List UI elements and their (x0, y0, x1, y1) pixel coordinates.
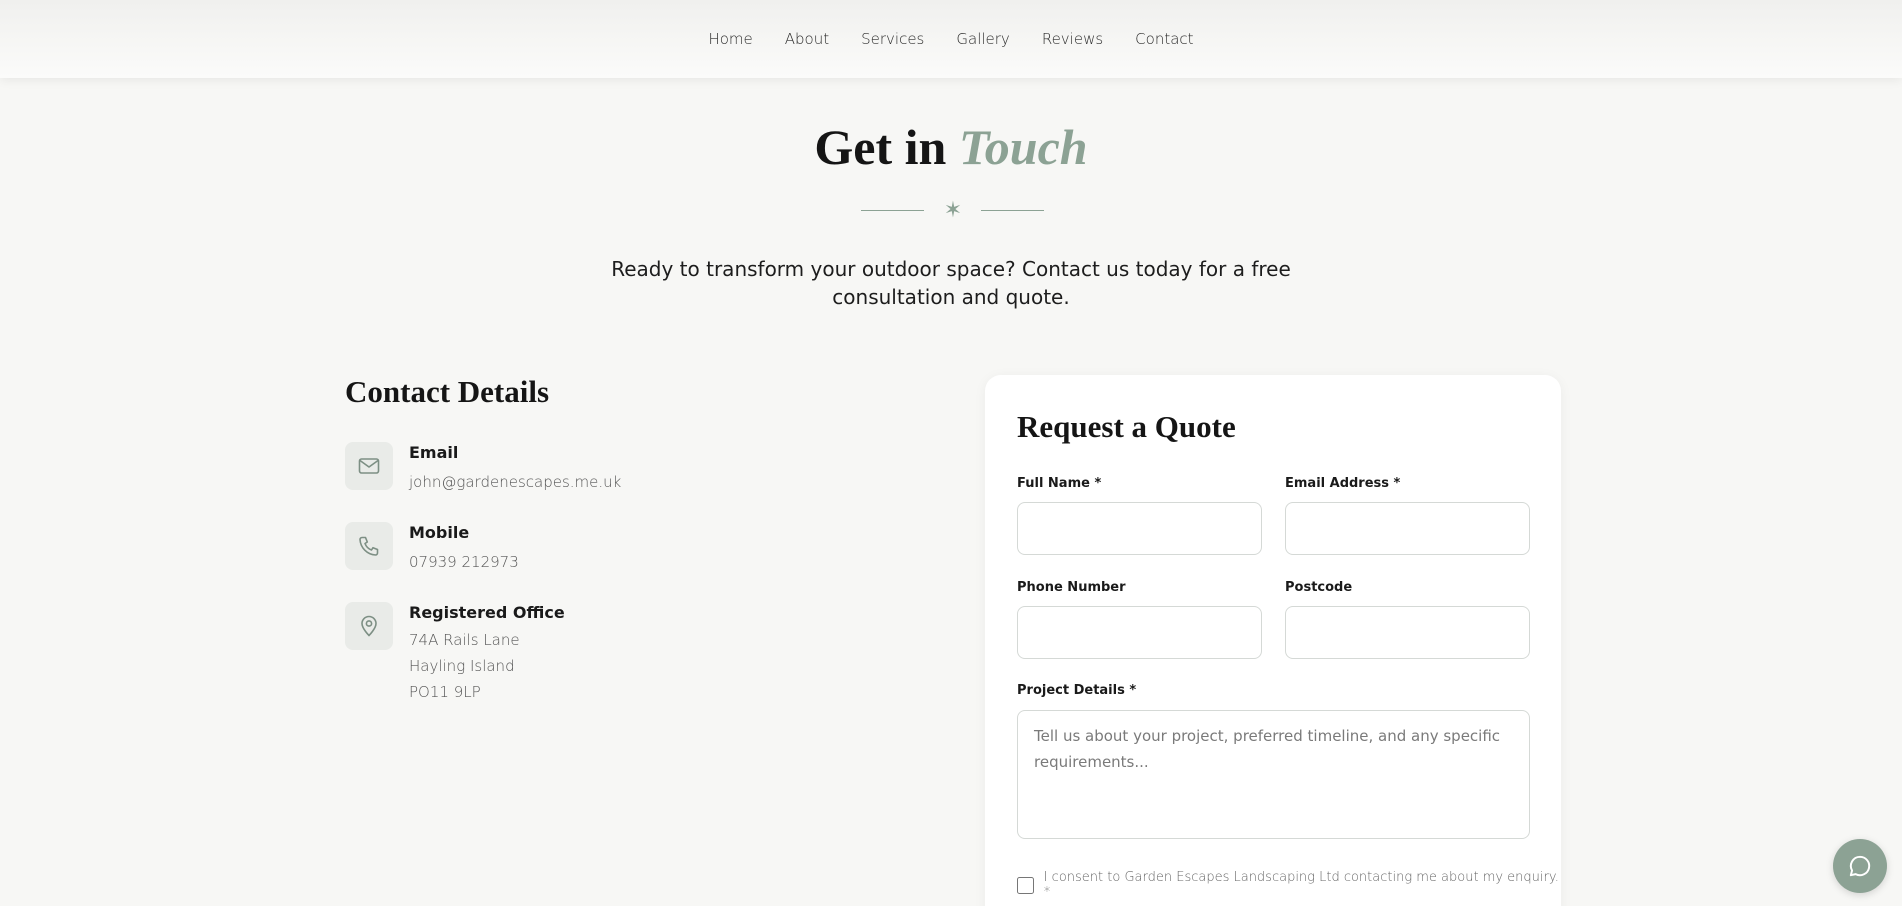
mail-icon (345, 442, 393, 490)
email-address-input[interactable] (1285, 502, 1530, 555)
title-divider: ✶ (861, 196, 1044, 226)
full-name-input[interactable] (1017, 502, 1262, 555)
email-link[interactable]: john@gardenescapes.me.uk (409, 469, 809, 495)
email-text: Email john@gardenescapes.me.uk (409, 442, 809, 495)
postcode-label: Postcode (1285, 580, 1353, 595)
page-title: Get in Touch (0, 118, 1902, 176)
star-icon: ✶ (943, 197, 963, 222)
chat-button[interactable] (1833, 839, 1887, 893)
project-details-label: Project Details * (1017, 683, 1137, 698)
office-line-1: 74A Rails Lane (409, 631, 520, 649)
nav-about-link[interactable]: About (785, 30, 829, 48)
mobile-text: Mobile 07939 212973 (409, 522, 809, 575)
postcode-input[interactable] (1285, 606, 1530, 659)
consent-checkbox[interactable] (1017, 876, 1034, 894)
title-accent: Touch (958, 119, 1088, 175)
phone-icon (345, 522, 393, 570)
phone-number-label: Phone Number (1017, 580, 1126, 595)
page-subtitle: Ready to transform your outdoor space? C… (611, 257, 1291, 309)
nav-reviews-link[interactable]: Reviews (1042, 30, 1103, 48)
mobile-link[interactable]: 07939 212973 (409, 549, 809, 575)
consent-label: I consent to Garden Escapes Landscaping … (1043, 870, 1559, 900)
email-label: Email (409, 443, 459, 462)
divider-line-left (861, 210, 924, 211)
office-text: Registered Office 74A Rails Lane Hayling… (409, 602, 809, 705)
map-pin-icon (345, 602, 393, 650)
full-name-label: Full Name * (1017, 476, 1102, 491)
nav-contact-link[interactable]: Contact (1135, 30, 1193, 48)
phone-number-input[interactable] (1017, 606, 1262, 659)
office-line-2: Hayling Island (409, 657, 515, 675)
office-label: Registered Office (409, 603, 565, 622)
contact-details-heading: Contact Details (345, 374, 550, 409)
nav-home-link[interactable]: Home (708, 30, 752, 48)
title-plain: Get in (814, 119, 947, 175)
project-details-textarea[interactable] (1017, 710, 1530, 839)
email-address-label: Email Address * (1285, 476, 1401, 491)
mobile-label: Mobile (409, 523, 470, 542)
request-quote-heading: Request a Quote (1017, 409, 1236, 444)
contact-details-section: Contact Details Email john@gardenescapes… (345, 374, 945, 701)
consent-row: I consent to Garden Escapes Landscaping … (1017, 870, 1561, 900)
request-quote-form: Request a Quote Full Name * Email Addres… (985, 375, 1561, 906)
nav-services-link[interactable]: Services (861, 30, 924, 48)
divider-line-right (981, 210, 1044, 211)
chat-bubble-icon (1849, 855, 1871, 877)
office-line-3: PO11 9LP (409, 683, 481, 701)
nav-gallery-link[interactable]: Gallery (956, 30, 1009, 48)
top-navigation: Home About Services Gallery Reviews Cont… (0, 0, 1902, 78)
